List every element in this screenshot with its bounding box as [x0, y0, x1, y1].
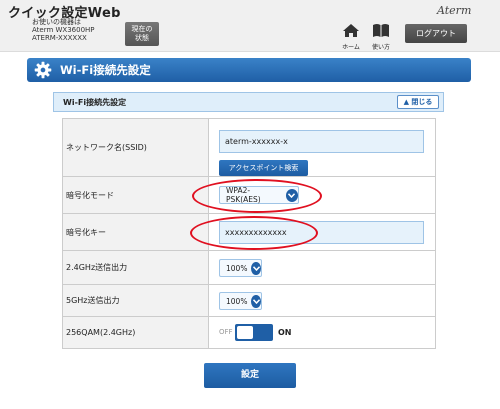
encryption-key-row: 暗号化キー xxxxxxxxxxxxx: [63, 214, 435, 251]
section-header: Wi-Fi接続先設定: [27, 58, 471, 82]
encryption-mode-row: 暗号化モード WPA2-PSK(AES): [63, 177, 435, 214]
tx-power-5-label: 5GHz送信出力: [63, 285, 209, 316]
chevron-down-icon: [251, 294, 261, 308]
brand-logo: Aterm: [437, 4, 472, 17]
status-button-line2: 状態: [135, 34, 149, 42]
caret-up-icon: ▲: [403, 98, 409, 106]
settings-table: ネットワーク名(SSID) aterm-xxxxxx-x アクセスポイント検索 …: [62, 118, 436, 349]
help-nav-button[interactable]: 使い方: [367, 23, 395, 51]
ssid-input[interactable]: aterm-xxxxxx-x: [219, 130, 424, 153]
device-model: Aterm WX3600HP: [32, 26, 95, 34]
access-point-search-button[interactable]: アクセスポイント検索: [219, 160, 308, 176]
tx-power-24-value: 100%: [226, 263, 248, 273]
logout-button[interactable]: ログアウト: [405, 24, 467, 43]
header: クイック設定Web お使いの機器は Aterm WX3600HP ATERM-X…: [0, 0, 500, 52]
help-nav-label: 使い方: [371, 44, 390, 51]
book-icon: [373, 24, 389, 37]
subsection-title: Wi-Fi接続先設定: [63, 98, 127, 107]
subsection-header: Wi-Fi接続先設定 ▲ 閉じる: [53, 92, 444, 112]
home-icon: [343, 24, 359, 37]
encryption-mode-label: 暗号化モード: [63, 177, 209, 213]
section-title: Wi-Fi接続先設定: [60, 63, 151, 77]
ssid-row: ネットワーク名(SSID) aterm-xxxxxx-x アクセスポイント検索: [63, 119, 435, 177]
encryption-key-label: 暗号化キー: [63, 214, 209, 250]
device-info: お使いの機器は Aterm WX3600HP ATERM-XXXXXX: [32, 18, 95, 42]
submit-button[interactable]: 設定: [204, 363, 296, 388]
encryption-mode-select[interactable]: WPA2-PSK(AES): [219, 186, 299, 204]
encryption-mode-value: WPA2-PSK(AES): [226, 186, 261, 204]
chevron-down-icon: [251, 261, 261, 275]
device-id: ATERM-XXXXXX: [32, 34, 87, 42]
qam256-row: 256QAM(2.4GHz) OFF ON: [63, 317, 435, 349]
collapse-label: 閉じる: [411, 98, 433, 106]
current-status-button[interactable]: 現在の 状態: [125, 22, 159, 46]
status-button-line1: 現在の: [131, 25, 153, 33]
tx-power-24-row: 2.4GHz送信出力 100%: [63, 251, 435, 285]
device-info-line: お使いの機器は: [32, 18, 81, 26]
chevron-down-icon: [285, 188, 298, 202]
qam256-label: 256QAM(2.4GHz): [63, 317, 209, 348]
tx-power-5-select[interactable]: 100%: [219, 292, 262, 310]
toggle-knob: [237, 326, 253, 339]
tx-power-24-label: 2.4GHz送信出力: [63, 251, 209, 284]
collapse-button[interactable]: ▲ 閉じる: [397, 95, 439, 109]
tx-power-5-row: 5GHz送信出力 100%: [63, 285, 435, 317]
ssid-label: ネットワーク名(SSID): [63, 119, 209, 176]
home-nav-button[interactable]: ホーム: [337, 23, 365, 51]
toggle-on-label: ON: [278, 328, 292, 337]
home-nav-label: ホーム: [342, 44, 360, 51]
tx-power-5-value: 100%: [226, 296, 248, 306]
qam256-switch-group: OFF ON: [219, 324, 309, 342]
qam256-toggle[interactable]: [235, 324, 273, 341]
gear-icon: [34, 61, 52, 79]
encryption-key-input[interactable]: xxxxxxxxxxxxx: [219, 221, 424, 244]
toggle-off-label: OFF: [219, 328, 233, 336]
tx-power-24-select[interactable]: 100%: [219, 259, 262, 277]
